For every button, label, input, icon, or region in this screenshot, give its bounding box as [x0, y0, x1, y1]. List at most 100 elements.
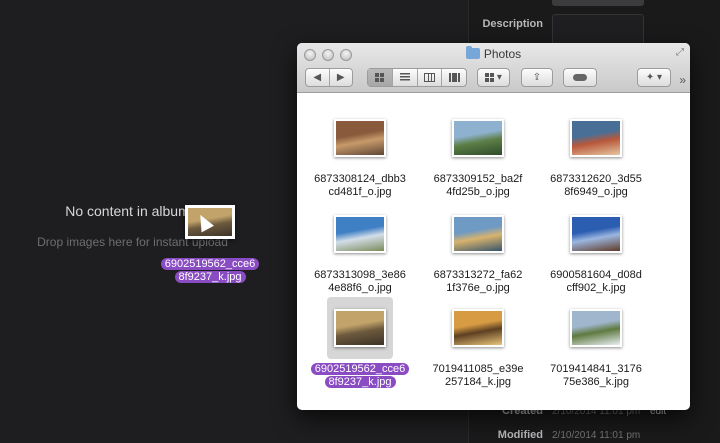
description-field[interactable] [552, 14, 644, 46]
dropbox-icon: ✦ [645, 72, 655, 83]
forward-arrow-icon[interactable]: ▶ [330, 69, 353, 86]
file-name-line2: 8f6949_o.jpg [564, 186, 628, 198]
file-name: 6902519562_cce6 8f9237_k.jpg [305, 363, 415, 389]
dropbox-button[interactable]: ✦ ▾ [637, 68, 671, 87]
file-thumbnail [452, 215, 504, 253]
file-name: 6873309152_ba2f 4fd25b_o.jpg [423, 173, 533, 199]
file-name: 6873308124_dbb3 cd481f_o.jpg [305, 173, 415, 199]
file-thumbnail [570, 309, 622, 347]
file-thumbnail-wrap [423, 203, 533, 265]
overflow-chevron-icon[interactable]: » [679, 73, 686, 87]
photo-image [336, 217, 384, 251]
file-name: 6873313272_fa62 1f376e_o.jpg [423, 269, 533, 295]
file-name-line1: 6873309152_ba2f [433, 173, 523, 185]
finder-window: Photos ⤢ ◀ ▶ ▾ ⇪ ✦ ▾ » 6873308124_dbb3 c… [297, 43, 690, 410]
file-item[interactable]: 6900581604_d08d cff902_k.jpg [541, 203, 651, 295]
file-name-line1: 6873313272_fa62 [433, 269, 523, 281]
drag-label-line2: 8f9237_k.jpg [174, 271, 246, 283]
file-name-line1: 6873308124_dbb3 [314, 173, 406, 185]
file-item[interactable]: 7019411085_e39e 257184_k.jpg [423, 297, 533, 389]
tags-button[interactable] [563, 68, 597, 87]
photo-image [336, 311, 384, 345]
arrange-button[interactable]: ▾ [477, 68, 510, 87]
file-name-line1: 6902519562_cce6 [310, 363, 410, 375]
file-name: 6873313098_3e86 4e88f6_o.jpg [305, 269, 415, 295]
photo-image [572, 311, 620, 345]
file-thumbnail-wrap [327, 297, 393, 359]
file-name-line1: 6873312620_3d55 [550, 173, 642, 185]
tag-icon [573, 74, 587, 81]
file-item[interactable]: 6873313098_3e86 4e88f6_o.jpg [305, 203, 415, 295]
file-grid: 6873308124_dbb3 cd481f_o.jpg 6873309152_ba… [297, 93, 690, 410]
file-thumbnail [452, 309, 504, 347]
photo-image [336, 121, 384, 155]
file-name-line2: 1f376e_o.jpg [446, 282, 510, 294]
photo-image [454, 311, 502, 345]
file-name: 7019411085_e39e 257184_k.jpg [423, 363, 533, 389]
file-thumbnail [570, 215, 622, 253]
file-item[interactable]: 7019414841_3176 75e386_k.jpg [541, 297, 651, 389]
coverflow-view-icon [448, 73, 460, 82]
modified-value: 2/10/2014 11:01 pm [552, 430, 641, 441]
file-name-line1: 6900581604_d08d [550, 269, 642, 281]
file-thumbnail [452, 119, 504, 157]
modified-label: Modified [497, 429, 543, 441]
share-icon: ⇪ [532, 72, 542, 83]
back-arrow-icon[interactable]: ◀ [306, 69, 330, 86]
file-item[interactable]: 6873313272_fa62 1f376e_o.jpg [423, 203, 533, 295]
window-title-text: Photos [483, 47, 522, 61]
view-segmented-control [367, 68, 467, 87]
file-item[interactable]: 6873312620_3d55 8f6949_o.jpg [541, 107, 651, 199]
file-name: 7019414841_3176 75e386_k.jpg [541, 363, 651, 389]
description-label: Description [482, 18, 543, 30]
share-button[interactable]: ⇪ [521, 68, 553, 87]
file-name: 6900581604_d08d cff902_k.jpg [541, 269, 651, 295]
screen: Description Created 2/10/2014 11:01 pm e… [0, 0, 720, 443]
file-name-line1: 6873313098_3e86 [314, 269, 406, 281]
file-thumbnail-wrap [541, 107, 651, 169]
file-item[interactable]: 6873308124_dbb3 cd481f_o.jpg [305, 107, 415, 199]
column-view-button[interactable] [418, 69, 443, 86]
file-name-line1: 7019414841_3176 [550, 363, 642, 375]
file-name-line2: 257184_k.jpg [444, 376, 512, 388]
finder-titlebar: Photos ⤢ ◀ ▶ ▾ ⇪ ✦ ▾ » [297, 43, 690, 93]
photo-image [572, 217, 620, 251]
folder-icon [465, 46, 480, 59]
file-name: 6873312620_3d55 8f6949_o.jpg [541, 173, 651, 199]
window-title: Photos [297, 46, 690, 61]
file-name-line1: 7019411085_e39e [432, 363, 524, 375]
file-item[interactable]: 6873309152_ba2f 4fd25b_o.jpg [423, 107, 533, 199]
file-thumbnail-wrap [541, 203, 651, 265]
file-thumbnail-wrap [423, 297, 533, 359]
file-name-line2: 75e386_k.jpg [562, 376, 630, 388]
photo-image [454, 217, 502, 251]
drag-label-line1: 6902519562_cce6 [160, 258, 260, 270]
photo-image [572, 121, 620, 155]
list-view-button[interactable] [393, 69, 418, 86]
file-name-line2: cd481f_o.jpg [328, 186, 392, 198]
photo-image [454, 121, 502, 155]
file-thumbnail [334, 309, 386, 347]
fullscreen-icon[interactable]: ⤢ [676, 47, 684, 58]
file-thumbnail-wrap [541, 297, 651, 359]
icon-view-icon [375, 73, 385, 82]
title-field[interactable] [552, 0, 644, 6]
file-thumbnail [334, 119, 386, 157]
file-name-line2: 8f9237_k.jpg [324, 376, 396, 388]
file-thumbnail-wrap [305, 107, 415, 169]
nav-buttons: ◀ ▶ [305, 68, 353, 87]
drag-ghost-label: 6902519562_cce6 8f9237_k.jpg [154, 258, 266, 284]
icon-view-button[interactable] [368, 69, 393, 86]
arrange-icon [485, 73, 495, 82]
column-view-icon [423, 73, 435, 82]
file-name-line2: 4fd25b_o.jpg [446, 186, 510, 198]
file-thumbnail-wrap [423, 107, 533, 169]
file-thumbnail [570, 119, 622, 157]
coverflow-view-button[interactable] [442, 69, 466, 86]
file-thumbnail-wrap [305, 203, 415, 265]
file-thumbnail [334, 215, 386, 253]
file-name-line2: 4e88f6_o.jpg [328, 282, 392, 294]
file-name-line2: cff902_k.jpg [566, 282, 626, 294]
file-item[interactable]: 6902519562_cce6 8f9237_k.jpg [305, 297, 415, 389]
list-view-icon [399, 73, 410, 82]
